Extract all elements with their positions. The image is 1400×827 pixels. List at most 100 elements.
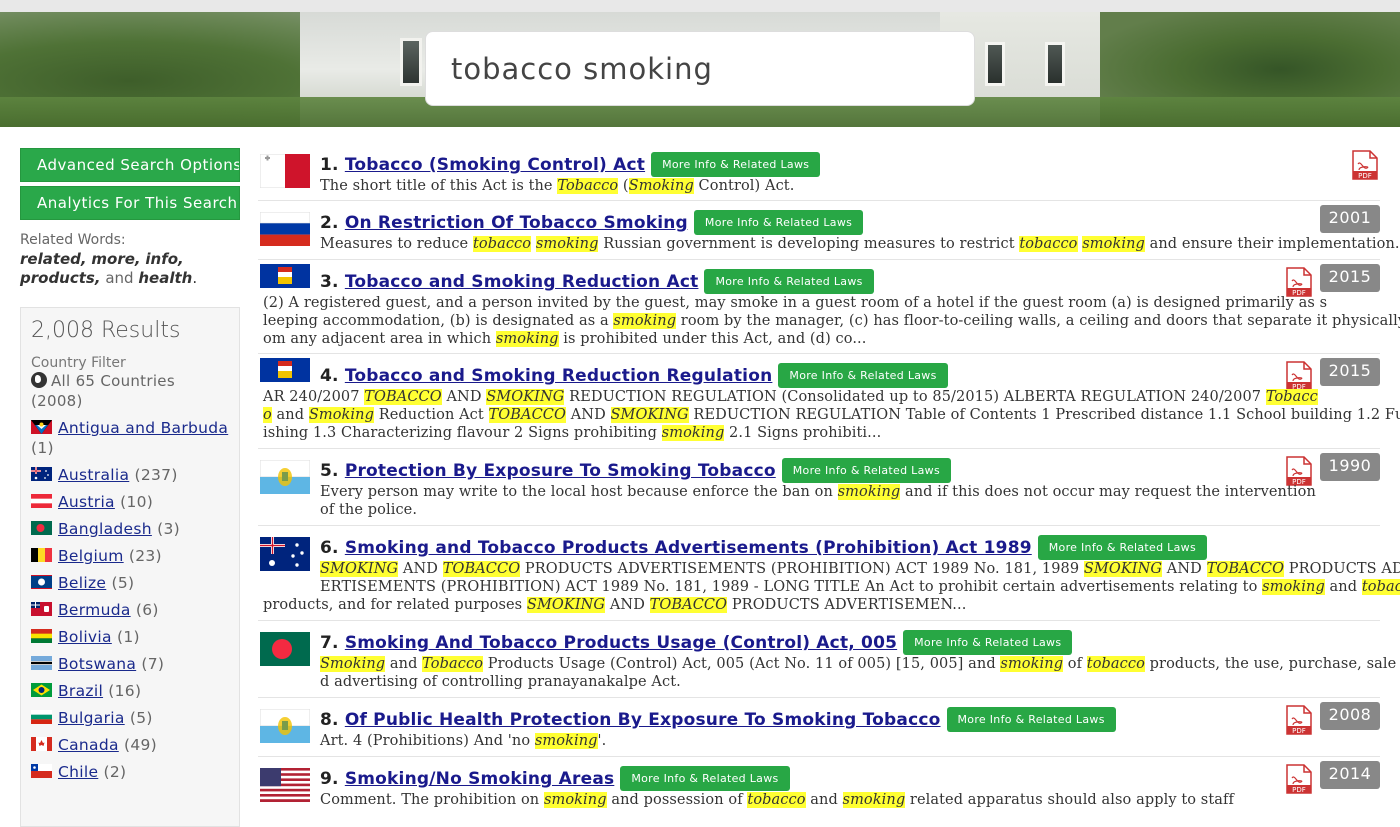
country-item[interactable]: Belgium (23) — [31, 546, 229, 566]
bolivia-flag-icon — [31, 629, 52, 643]
result-title-link[interactable]: Tobacco (Smoking Control) Act — [345, 155, 645, 175]
country-link[interactable]: Antigua and Barbuda — [58, 419, 228, 437]
year-badge: 2015 — [1320, 358, 1380, 386]
country-link[interactable]: Belize — [58, 574, 106, 592]
advanced-search-button[interactable]: Advanced Search Options — [20, 148, 240, 182]
sidebar: Advanced Search Options Analytics For Th… — [20, 148, 240, 827]
result-snippet: SMOKING AND TOBACCO PRODUCTS ADVERTISEME… — [263, 560, 1400, 614]
more-info-button[interactable]: More Info & Related Laws — [778, 363, 948, 388]
brazil-flag-icon — [31, 683, 52, 697]
result-title-link[interactable]: On Restriction Of Tobacco Smoking — [345, 213, 688, 233]
country-item[interactable]: Brazil (16) — [31, 681, 229, 701]
result-snippet: (2) A registered guest, and a person inv… — [263, 295, 1400, 347]
more-info-button[interactable]: More Info & Related Laws — [903, 630, 1073, 655]
country-item[interactable]: Canada (49) — [31, 735, 229, 755]
country-item[interactable]: Bolivia (1) — [31, 627, 229, 647]
country-item[interactable]: Australia (237) — [31, 465, 229, 485]
russia-flag-icon — [260, 212, 310, 246]
country-link[interactable]: Belgium — [58, 547, 124, 565]
country-item[interactable]: Botswana (7) — [31, 654, 229, 674]
related-word[interactable]: more, — [91, 250, 140, 268]
more-info-button[interactable]: More Info & Related Laws — [704, 269, 874, 294]
austria-flag-icon — [31, 494, 52, 508]
result-title-link[interactable]: Protection By Exposure To Smoking Tobacc… — [345, 461, 776, 481]
san-marino-flag-icon — [260, 460, 310, 494]
country-item[interactable]: Austria (10) — [31, 492, 229, 512]
more-info-button[interactable]: More Info & Related Laws — [1037, 535, 1207, 560]
antigua-flag-icon — [31, 420, 52, 434]
bulgaria-flag-icon — [31, 710, 52, 724]
svg-text:PDF: PDF — [1292, 786, 1306, 794]
result-title-link[interactable]: Smoking/No Smoking Areas — [345, 769, 615, 789]
country-link[interactable]: Austria — [58, 493, 115, 511]
bangladesh-flag-icon — [260, 632, 310, 666]
botswana-flag-icon — [31, 656, 52, 670]
globe-icon — [31, 372, 47, 388]
country-link[interactable]: Bangladesh — [58, 520, 152, 538]
country-item[interactable]: Antigua and Barbuda (1) — [31, 418, 229, 458]
search-input[interactable]: tobacco smoking — [425, 31, 975, 106]
result-item: 1. Tobacco (Smoking Control) Act More Inf… — [258, 143, 1380, 201]
more-info-button[interactable]: More Info & Related Laws — [693, 210, 864, 235]
result-item: 7. Smoking And Tobacco Products Usage (C… — [258, 621, 1400, 698]
analytics-button[interactable]: Analytics For This Search — [20, 186, 240, 220]
more-info-button[interactable]: More Info & Related Laws — [651, 152, 821, 177]
belgium-flag-icon — [31, 548, 52, 562]
canada-flag-icon — [31, 737, 52, 751]
related-word[interactable]: related, — [20, 250, 87, 268]
country-item[interactable]: Bangladesh (3) — [31, 519, 229, 539]
country-link[interactable]: Bermuda — [58, 601, 131, 619]
related-word[interactable]: info, — [145, 250, 183, 268]
pdf-icon[interactable]: PDF — [1286, 764, 1312, 794]
pdf-icon[interactable]: PDF — [1286, 705, 1312, 735]
alberta-flag-icon — [260, 264, 310, 288]
country-link[interactable]: Australia — [58, 466, 129, 484]
result-title-link[interactable]: Smoking and Tobacco Products Advertiseme… — [345, 538, 1032, 558]
results-count: 2,008 Results — [31, 318, 181, 343]
more-info-button[interactable]: More Info & Related Laws — [781, 458, 951, 483]
country-link[interactable]: Bolivia — [58, 628, 112, 646]
alberta-flag-icon — [260, 358, 310, 382]
result-snippet: The short title of this Act is the Tobac… — [320, 178, 795, 194]
country-link[interactable]: Bulgaria — [58, 709, 125, 727]
year-badge: 2014 — [1320, 761, 1380, 789]
chile-flag-icon — [31, 764, 52, 778]
result-title-link[interactable]: Tobacco and Smoking Reduction Act — [345, 272, 699, 292]
result-title: 1. Tobacco (Smoking Control) Act More Inf… — [320, 152, 821, 177]
pdf-icon[interactable]: PDF — [1286, 456, 1312, 486]
san-marino-flag-icon — [260, 709, 310, 743]
year-badge: 2001 — [1320, 205, 1380, 233]
pdf-icon[interactable]: PDF — [1352, 150, 1378, 180]
year-badge: 2015 — [1320, 264, 1380, 292]
result-snippet: Measures to reduce tobacco smoking Russi… — [320, 236, 1400, 252]
more-info-button[interactable]: More Info & Related Laws — [620, 766, 790, 791]
country-item[interactable]: Bermuda (6) — [31, 600, 229, 620]
country-item[interactable]: Chile (2) — [31, 762, 229, 782]
result-item: 4. Tobacco and Smoking Reduction Regulat… — [258, 354, 1400, 449]
related-word[interactable]: products, — [20, 269, 101, 287]
country-link[interactable]: Chile — [58, 763, 98, 781]
result-snippet: Smoking and Tobacco Products Usage (Cont… — [320, 656, 1400, 690]
related-and: and — [105, 269, 134, 287]
country-link[interactable]: Brazil — [58, 682, 103, 700]
top-bar — [0, 0, 1400, 12]
country-item[interactable]: Belize (5) — [31, 573, 229, 593]
result-title-link[interactable]: Tobacco and Smoking Reduction Regulation — [345, 366, 773, 386]
pdf-icon[interactable]: PDF — [1286, 361, 1312, 391]
all-countries-filter[interactable]: All 65 Countries (2008) — [31, 371, 229, 411]
result-title-link[interactable]: Of Public Health Protection By Exposure … — [345, 710, 941, 730]
country-link[interactable]: Canada — [58, 736, 119, 754]
usa-flag-icon — [260, 768, 310, 802]
pdf-icon[interactable]: PDF — [1286, 267, 1312, 297]
more-info-button[interactable]: More Info & Related Laws — [946, 707, 1116, 732]
country-link[interactable]: Botswana — [58, 655, 136, 673]
related-word[interactable]: health — [138, 269, 192, 287]
result-snippet: Comment. The prohibition on smoking and … — [320, 792, 1234, 808]
result-title-link[interactable]: Smoking And Tobacco Products Usage (Cont… — [345, 633, 897, 653]
result-title: 5. Protection By Exposure To Smoking Tob… — [320, 458, 951, 483]
country-item[interactable]: Bulgaria (5) — [31, 708, 229, 728]
result-snippet: Every person may write to the local host… — [320, 484, 1316, 518]
bermuda-flag-icon — [31, 602, 52, 616]
belize-flag-icon — [31, 575, 52, 589]
related-words: Related Words: related, more, info, prod… — [20, 232, 240, 288]
